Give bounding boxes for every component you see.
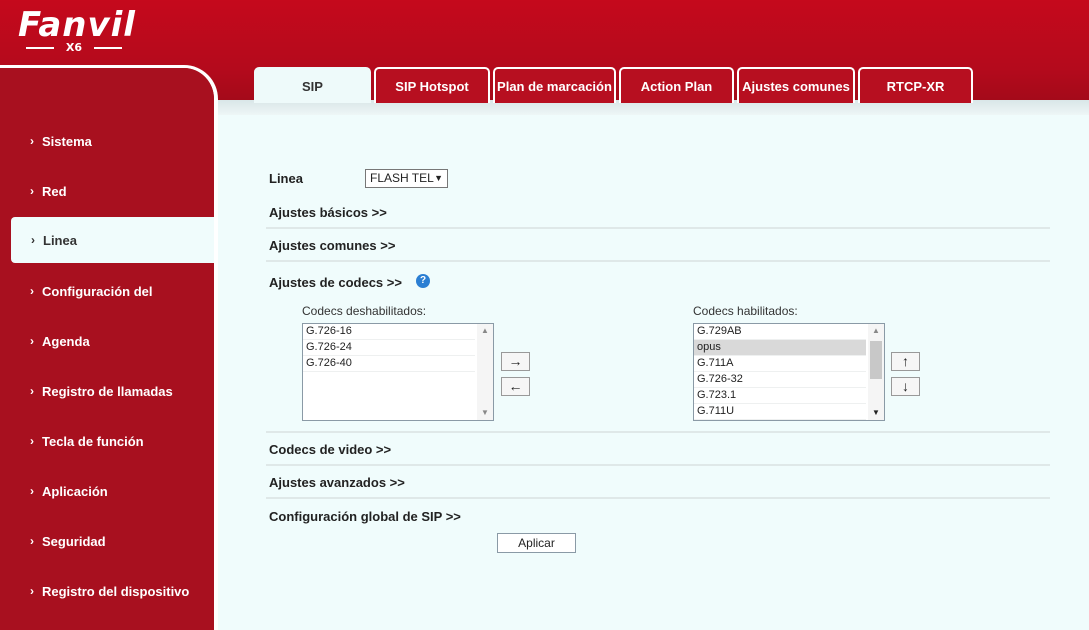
sidebar-item-label: Red bbox=[42, 183, 67, 199]
advanced-settings-link[interactable]: Ajustes avanzados >> bbox=[269, 475, 405, 490]
sidebar-item-label: Seguridad bbox=[42, 533, 106, 549]
global-sip-link[interactable]: Configuración global de SIP >> bbox=[269, 509, 461, 524]
tab-sip[interactable]: SIP bbox=[254, 67, 371, 103]
sidebar: › Sistema › Red › Linea › Configuración del … bbox=[0, 65, 218, 630]
basic-settings-link[interactable]: Ajustes básicos >> bbox=[269, 205, 387, 220]
list-item[interactable]: G.726-32 bbox=[694, 372, 866, 388]
tab-bar: SIP SIP Hotspot Plan de marcación Action… bbox=[254, 67, 973, 103]
divider bbox=[266, 260, 1050, 262]
disabled-codecs-label: Codecs deshabilitados: bbox=[302, 304, 427, 318]
tab-dial-plan[interactable]: Plan de marcación bbox=[493, 67, 616, 103]
video-codecs-link[interactable]: Codecs de video >> bbox=[269, 442, 391, 457]
tab-common-settings[interactable]: Ajustes comunes bbox=[737, 67, 855, 103]
chevron-right-icon: › bbox=[30, 334, 34, 348]
line-select[interactable]: FLASH TEL ▼ bbox=[365, 169, 448, 188]
main-content: Linea FLASH TEL ▼ Ajustes básicos >> Aju… bbox=[214, 115, 1089, 630]
chevron-right-icon: › bbox=[30, 184, 34, 198]
tab-action-plan[interactable]: Action Plan bbox=[619, 67, 734, 103]
scroll-up-icon[interactable]: ▲ bbox=[868, 324, 884, 338]
chevron-right-icon: › bbox=[30, 384, 34, 398]
sidebar-item-label: Sistema bbox=[42, 133, 92, 149]
list-item[interactable]: G.723.1 bbox=[694, 388, 866, 404]
list-item[interactable]: G.729AB bbox=[694, 324, 866, 340]
move-left-button[interactable]: ← bbox=[501, 377, 530, 396]
chevron-right-icon: › bbox=[30, 584, 34, 598]
sidebar-item-configuracion[interactable]: › Configuración del bbox=[0, 268, 214, 314]
chevron-right-icon: › bbox=[30, 134, 34, 148]
scroll-up-icon[interactable]: ▲ bbox=[477, 324, 493, 338]
enabled-codecs-list[interactable]: G.729AB opus G.711A G.726-32 G.723.1 G.7… bbox=[693, 323, 885, 421]
move-down-button[interactable]: ↓ bbox=[891, 377, 920, 396]
chevron-right-icon: › bbox=[30, 284, 34, 298]
sidebar-item-tecla-funcion[interactable]: › Tecla de función bbox=[0, 418, 214, 464]
list-item[interactable]: G.711A bbox=[694, 356, 866, 372]
disabled-codecs-list[interactable]: G.726-16 G.726-24 G.726-40 ▲ ▼ bbox=[302, 323, 494, 421]
sidebar-item-agenda[interactable]: › Agenda bbox=[0, 318, 214, 364]
move-up-button[interactable]: ↑ bbox=[891, 352, 920, 371]
sidebar-item-label: Registro de llamadas bbox=[42, 383, 173, 399]
scroll-down-icon[interactable]: ▼ bbox=[868, 406, 884, 420]
sidebar-item-label: Agenda bbox=[42, 333, 90, 349]
line-select-value: FLASH TEL bbox=[370, 171, 434, 185]
list-item[interactable]: G.726-24 bbox=[303, 340, 475, 356]
sidebar-item-registro-llamadas[interactable]: › Registro de llamadas bbox=[0, 368, 214, 414]
common-settings-link[interactable]: Ajustes comunes >> bbox=[269, 238, 395, 253]
chevron-down-icon: ▼ bbox=[434, 173, 443, 183]
move-right-button[interactable]: → bbox=[501, 352, 530, 371]
chevron-right-icon: › bbox=[30, 484, 34, 498]
scroll-down-icon[interactable]: ▼ bbox=[477, 406, 493, 420]
sidebar-item-sistema[interactable]: › Sistema bbox=[0, 118, 214, 164]
apply-button[interactable]: Aplicar bbox=[497, 533, 576, 553]
model-label: X6 bbox=[20, 41, 128, 54]
divider bbox=[266, 497, 1050, 499]
sidebar-item-label: Aplicación bbox=[42, 483, 108, 499]
fanvil-logo: Fanvil bbox=[18, 5, 136, 45]
divider bbox=[266, 431, 1050, 433]
tab-sip-hotspot[interactable]: SIP Hotspot bbox=[374, 67, 490, 103]
sidebar-item-label: Registro del dispositivo bbox=[42, 583, 190, 599]
scrollbar[interactable]: ▲ ▼ bbox=[868, 324, 884, 420]
tab-rtcp-xr[interactable]: RTCP-XR bbox=[858, 67, 973, 103]
scrollbar-thumb[interactable] bbox=[870, 341, 882, 379]
divider bbox=[266, 464, 1050, 466]
line-label: Linea bbox=[269, 171, 303, 186]
sidebar-item-label: Linea bbox=[43, 232, 77, 248]
divider bbox=[266, 227, 1050, 229]
sidebar-item-linea[interactable]: › Linea bbox=[11, 217, 214, 263]
list-item-selected[interactable]: opus bbox=[694, 340, 866, 356]
chevron-right-icon: › bbox=[30, 534, 34, 548]
help-icon[interactable]: ? bbox=[416, 274, 430, 288]
codec-settings-link[interactable]: Ajustes de codecs >> bbox=[269, 275, 402, 290]
chevron-right-icon: › bbox=[30, 434, 34, 448]
sidebar-item-label: Configuración del bbox=[42, 283, 153, 299]
sidebar-item-aplicacion[interactable]: › Aplicación bbox=[0, 468, 214, 514]
sidebar-item-label: Tecla de función bbox=[42, 433, 144, 449]
sidebar-item-registro-dispositivo[interactable]: › Registro del dispositivo bbox=[0, 568, 214, 614]
list-item[interactable]: G.711U bbox=[694, 404, 866, 420]
scrollbar[interactable]: ▲ ▼ bbox=[477, 324, 493, 420]
sidebar-item-red[interactable]: › Red bbox=[0, 168, 214, 214]
sidebar-item-seguridad[interactable]: › Seguridad bbox=[0, 518, 214, 564]
enabled-codecs-label: Codecs habilitados: bbox=[693, 304, 798, 318]
chevron-right-icon: › bbox=[31, 233, 35, 247]
list-item[interactable]: G.726-40 bbox=[303, 356, 475, 372]
list-item[interactable]: G.726-16 bbox=[303, 324, 475, 340]
